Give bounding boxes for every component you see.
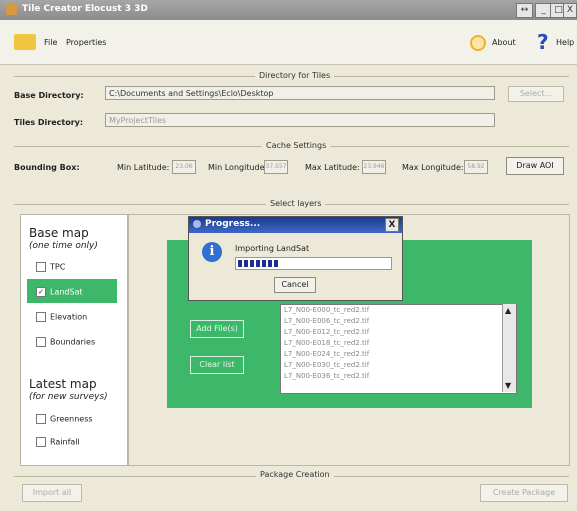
tiles-directory-input[interactable]: MyProjectTiles: [105, 113, 495, 127]
file-list[interactable]: L7_N00-E000_tc_red2.tif L7_N00-E006_tc_r…: [280, 304, 517, 394]
layer-label: Rainfall: [50, 437, 80, 447]
file-list-scrollbar[interactable]: ▲ ▼: [502, 304, 516, 392]
directory-section-title: Directory for Tiles: [255, 71, 335, 80]
dialog-title: Progress...: [205, 219, 261, 229]
list-item[interactable]: L7_N00-E012_tc_red2.tif: [281, 327, 516, 338]
progress-block: [250, 260, 254, 267]
min-longitude-label: Min Longitude:: [208, 163, 268, 172]
menu-properties[interactable]: Properties: [66, 38, 106, 47]
select-button[interactable]: Select...: [508, 86, 564, 102]
base-map-subtitle: (one time only): [29, 241, 98, 251]
scroll-up-icon[interactable]: ▲: [505, 306, 511, 315]
list-item[interactable]: L7_N00-E000_tc_red2.tif: [281, 305, 516, 316]
base-directory-label: Base Directory:: [14, 91, 84, 100]
list-item[interactable]: L7_N00-E036_tc_red2.tif: [281, 371, 516, 382]
info-icon: i: [202, 242, 222, 262]
base-map-title: Base map: [29, 226, 89, 240]
menu-file[interactable]: File: [44, 38, 57, 47]
list-item[interactable]: L7_N00-E006_tc_red2.tif: [281, 316, 516, 327]
checkbox-checked[interactable]: ✓: [36, 287, 46, 297]
layer-label: Greenness: [50, 414, 93, 424]
base-directory-input[interactable]: C:\Documents and Settings\Eclo\Desktop: [105, 86, 495, 100]
progress-block: [244, 260, 248, 267]
app-icon: [6, 4, 17, 15]
max-longitude-input[interactable]: 58.92: [464, 160, 488, 174]
restore-icon[interactable]: ↔: [516, 3, 533, 18]
close-button[interactable]: X: [563, 3, 577, 18]
max-longitude-label: Max Longitude:: [402, 163, 464, 172]
checkbox[interactable]: [36, 337, 46, 347]
add-files-button[interactable]: Add File(s): [190, 320, 244, 338]
layer-boundaries[interactable]: Boundaries: [36, 337, 95, 347]
dialog-icon: [193, 220, 201, 228]
layer-label: Elevation: [50, 312, 88, 322]
title-bar: Tile Creator Elocust 3 3D ↔ _ □ X: [0, 0, 577, 20]
dialog-message: Importing LandSat: [235, 244, 310, 253]
max-latitude-input[interactable]: 23.946: [362, 160, 386, 174]
progress-block: [274, 260, 278, 267]
checkbox[interactable]: [36, 414, 46, 424]
clear-list-button[interactable]: Clear list: [190, 356, 244, 374]
min-latitude-label: Min Latitude:: [117, 163, 170, 172]
progress-block: [268, 260, 272, 267]
about-icon[interactable]: [470, 35, 486, 51]
layer-label: TPC: [50, 262, 66, 272]
checkbox[interactable]: [36, 312, 46, 322]
layer-landsat[interactable]: ✓ LandSat: [36, 287, 83, 297]
checkbox[interactable]: [36, 437, 46, 447]
help-icon[interactable]: ?: [537, 30, 549, 54]
checkbox[interactable]: [36, 262, 46, 272]
menu-about[interactable]: About: [492, 38, 516, 47]
dialog-close-button[interactable]: X: [385, 218, 399, 232]
layer-tpc[interactable]: TPC: [36, 262, 65, 272]
list-item[interactable]: L7_N00-E030_tc_red2.tif: [281, 360, 516, 371]
import-all-button[interactable]: Import all: [22, 484, 82, 502]
latest-map-subtitle: (for new surveys): [29, 392, 108, 402]
create-package-button[interactable]: Create Package: [480, 484, 568, 502]
layer-label: LandSat: [50, 287, 83, 297]
draw-aoi-button[interactable]: Draw AOI: [506, 157, 564, 175]
layer-greenness[interactable]: Greenness: [36, 414, 93, 424]
list-item[interactable]: L7_N00-E018_tc_red2.tif: [281, 338, 516, 349]
window-title: Tile Creator Elocust 3 3D: [22, 4, 148, 14]
max-latitude-label: Max Latitude:: [305, 163, 360, 172]
layer-rainfall[interactable]: Rainfall: [36, 437, 80, 447]
progress-bar: [235, 257, 392, 270]
package-section-title: Package Creation: [256, 470, 334, 479]
progress-block: [256, 260, 260, 267]
min-latitude-input[interactable]: 23.06: [172, 160, 196, 174]
layers-section-title: Select layers: [266, 199, 326, 208]
bounding-box-label: Bounding Box:: [14, 163, 80, 172]
layer-elevation[interactable]: Elevation: [36, 312, 87, 322]
latest-map-title: Latest map: [29, 377, 97, 391]
folder-icon[interactable]: [14, 34, 36, 50]
scroll-down-icon[interactable]: ▼: [505, 381, 511, 390]
menu-help[interactable]: Help: [556, 38, 574, 47]
progress-block: [262, 260, 266, 267]
cache-section-title: Cache Settings: [262, 141, 331, 150]
list-item[interactable]: L7_N00-E024_tc_red2.tif: [281, 349, 516, 360]
layer-label: Boundaries: [50, 337, 96, 347]
dialog-title-bar: Progress... X: [189, 217, 402, 233]
min-longitude-input[interactable]: 37.557: [264, 160, 288, 174]
cancel-button[interactable]: Cancel: [274, 277, 316, 293]
tiles-directory-label: Tiles Directory:: [14, 118, 84, 127]
progress-block: [238, 260, 242, 267]
